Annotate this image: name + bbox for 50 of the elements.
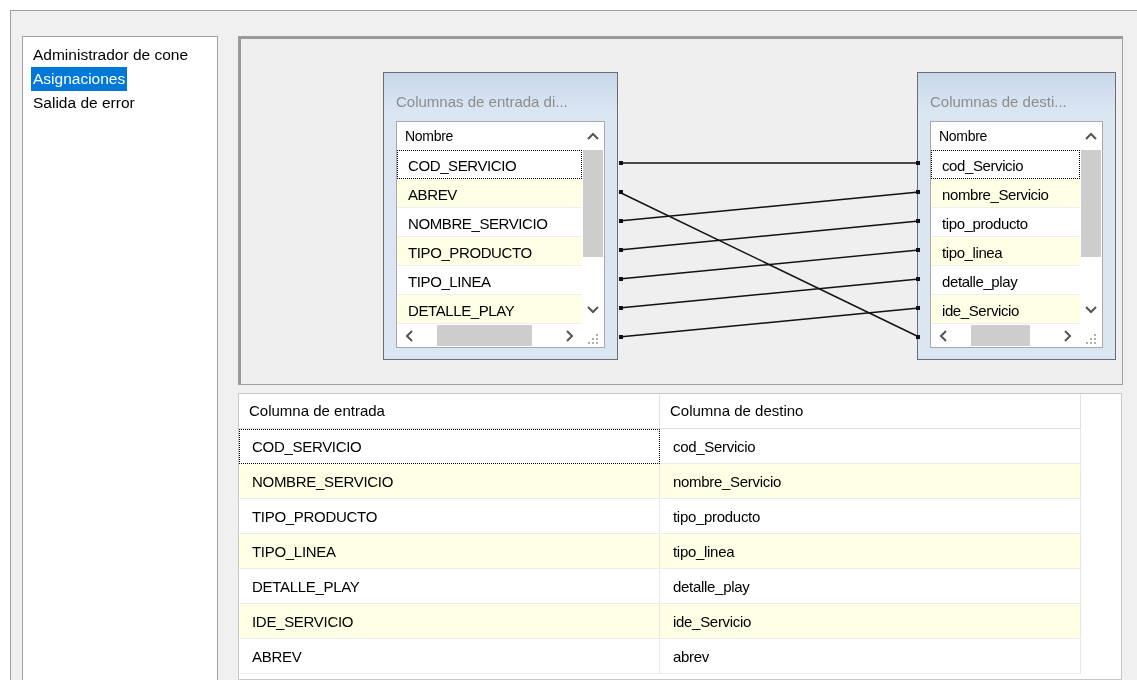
column-item[interactable]: TIPO_PRODUCTO xyxy=(397,237,582,266)
chevron-right-icon[interactable] xyxy=(1064,329,1072,342)
column-header[interactable]: Columna de entrada xyxy=(239,393,660,429)
resize-grip-icon[interactable] xyxy=(588,334,598,344)
resize-grip-icon[interactable] xyxy=(1086,334,1096,344)
column-item[interactable]: nombre_Servicio xyxy=(931,179,1080,208)
table-cell[interactable]: ide_Servicio xyxy=(660,603,1081,639)
sidebar-item[interactable]: Asignaciones xyxy=(31,67,128,91)
table-cell[interactable]: COD_SERVICIO xyxy=(239,428,660,464)
column-header[interactable]: Nombre xyxy=(397,122,582,150)
connector-line[interactable] xyxy=(618,277,920,310)
table-cell[interactable]: cod_Servicio xyxy=(660,428,1081,464)
table-cell[interactable]: ABREV xyxy=(239,638,660,674)
chevron-down-icon[interactable] xyxy=(587,306,599,314)
table-cell[interactable]: abrev xyxy=(660,638,1081,674)
column-header[interactable]: Nombre xyxy=(931,122,1080,150)
column-item[interactable]: DETALLE_PLAY xyxy=(397,295,582,324)
scrollbar-thumb[interactable] xyxy=(1081,150,1101,257)
sidebar-item[interactable]: Administrador de cone xyxy=(31,43,191,67)
connector-line[interactable] xyxy=(618,306,920,339)
panel-title: Columnas de desti... xyxy=(930,92,1068,112)
sidebar-item[interactable]: Salida de error xyxy=(31,91,137,115)
table-cell[interactable]: NOMBRE_SERVICIO xyxy=(239,463,660,499)
connector-line[interactable] xyxy=(618,161,920,165)
table-cell[interactable]: nombre_Servicio xyxy=(660,463,1081,499)
chevron-left-icon[interactable] xyxy=(405,329,413,342)
column-item[interactable]: tipo_linea xyxy=(931,237,1080,266)
column-item[interactable]: ABREV xyxy=(397,179,582,208)
column-item[interactable]: ide_Servicio xyxy=(931,295,1080,324)
scrollbar-thumb[interactable] xyxy=(971,325,1030,346)
scrollbar-thumb[interactable] xyxy=(437,325,532,346)
panel-title: Columnas de entrada di... xyxy=(396,92,569,112)
table-cell[interactable]: IDE_SERVICIO xyxy=(239,603,660,639)
connector-line[interactable] xyxy=(618,190,920,223)
chevron-down-icon[interactable] xyxy=(1085,306,1097,314)
scrollbar-thumb[interactable] xyxy=(583,150,603,257)
table-cell[interactable]: tipo_producto xyxy=(660,498,1081,534)
chevron-left-icon[interactable] xyxy=(939,329,947,342)
column-header[interactable]: Columna de destino xyxy=(660,393,1081,429)
connector-line[interactable] xyxy=(618,248,920,281)
chevron-up-icon[interactable] xyxy=(587,132,599,140)
connector-line[interactable] xyxy=(618,190,920,339)
table-cell[interactable]: TIPO_PRODUCTO xyxy=(239,498,660,534)
chevron-up-icon[interactable] xyxy=(1085,132,1097,140)
table-cell[interactable]: tipo_linea xyxy=(660,533,1081,569)
connector-line[interactable] xyxy=(618,219,920,252)
table-cell[interactable]: detalle_play xyxy=(660,568,1081,604)
table-cell[interactable]: DETALLE_PLAY xyxy=(239,568,660,604)
table-cell[interactable]: TIPO_LINEA xyxy=(239,533,660,569)
chevron-right-icon[interactable] xyxy=(566,329,574,342)
